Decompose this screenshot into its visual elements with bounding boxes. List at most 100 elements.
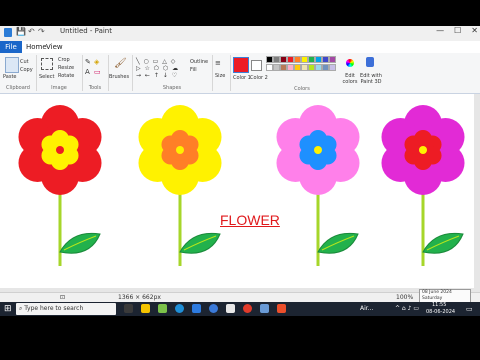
pencil-icon[interactable]: ✎ [85, 58, 91, 66]
palette-color-swatch[interactable] [266, 64, 273, 71]
view-tab[interactable]: View [46, 41, 63, 53]
cut-button[interactable]: Cut [20, 59, 29, 65]
palette-color-swatch[interactable] [315, 64, 322, 71]
chrome-icon[interactable] [243, 304, 252, 313]
select-button[interactable]: Select [39, 74, 54, 80]
flower-center [176, 146, 184, 154]
bottom-letterbox [0, 316, 480, 360]
color2-swatch[interactable] [251, 60, 262, 71]
fill-button[interactable]: Fill [190, 67, 197, 73]
taskbar-date[interactable]: 08-06-2024 [426, 309, 455, 315]
flower-center [314, 146, 322, 154]
crop-button[interactable]: Crop [58, 57, 70, 63]
palette-color-swatch[interactable] [294, 56, 301, 63]
size-lines-icon[interactable]: ≡ [215, 59, 221, 67]
palette-color-swatch[interactable] [322, 56, 329, 63]
copy-button[interactable]: Copy [20, 67, 33, 73]
color1-button[interactable]: Color 1 [233, 75, 251, 81]
taskbar-time[interactable]: 11:55 [432, 302, 446, 308]
paint3d-icon[interactable] [366, 57, 374, 67]
shapes-label: Shapes [162, 85, 182, 91]
powerpoint-icon[interactable] [277, 304, 286, 313]
canvas-size: 1366 × 662px [118, 294, 161, 301]
palette-color-swatch[interactable] [273, 56, 280, 63]
brushes-button[interactable]: Brushes [109, 74, 129, 80]
flowers-drawing [18, 105, 465, 266]
text-icon[interactable]: A [85, 68, 90, 76]
color2-button[interactable]: Color 2 [250, 75, 268, 81]
palette-color-swatch[interactable] [329, 56, 336, 63]
edit-with-paint3d-button[interactable]: Edit with Paint 3D [356, 73, 386, 85]
clipboard-group: Paste Cut Copy Clipboard [0, 55, 37, 91]
app-icon[interactable] [158, 304, 167, 313]
tools-label: Tools [88, 85, 102, 91]
palette-color-swatch[interactable] [266, 56, 273, 63]
drawing-canvas[interactable] [0, 94, 474, 288]
ribbon: Paste Cut Copy Clipboard Select Crop Res… [0, 53, 480, 94]
palette-color-swatch[interactable] [287, 64, 294, 71]
palette-color-swatch[interactable] [301, 56, 308, 63]
palette-color-swatch[interactable] [315, 56, 322, 63]
flower-center [56, 146, 64, 154]
minimize-button[interactable]: — [436, 26, 444, 35]
resize-button[interactable]: Resize [58, 65, 74, 71]
zoom-level: 100% [396, 294, 414, 301]
palette-color-swatch[interactable] [294, 64, 301, 71]
palette-color-swatch[interactable] [273, 64, 280, 71]
paste-button[interactable]: Paste [3, 74, 17, 80]
brushes-group: 🖌 Brushes [108, 55, 133, 91]
shapes-group: ╲ ○ ▭ △ ◇ ▷ ☆ ⬠ ⬡ ☁ → ← ↑ ↓ ♡ Outline Fill… [132, 55, 213, 91]
window-title: Untitled - Paint [60, 27, 112, 35]
tools-group: ✎ ◈ A ▭ Tools [82, 55, 109, 91]
browser-icon[interactable] [209, 304, 218, 313]
close-button[interactable]: ✕ [471, 26, 478, 35]
weather-widget[interactable]: Air... [360, 305, 373, 312]
palette-color-swatch[interactable] [322, 64, 329, 71]
paint-app-icon [4, 28, 12, 37]
notifications-icon[interactable]: ▭ [466, 305, 473, 313]
system-tray-icons[interactable]: ^ ⌂ ♪ ▭ [395, 305, 419, 312]
vertical-scrollbar[interactable] [474, 94, 480, 288]
maximize-button[interactable]: ☐ [454, 26, 461, 35]
palette-color-swatch[interactable] [301, 64, 308, 71]
color-palette [266, 56, 346, 74]
shapes-gallery-icon[interactable]: ╲ ○ ▭ △ ◇ ▷ ☆ ⬠ ⬡ ☁ → ← ↑ ↓ ♡ [136, 58, 179, 79]
title-bar: 💾 ↶ ↷ Untitled - Paint — ☐ ✕ [0, 26, 480, 42]
canvas-icon: ⊡ [60, 294, 66, 301]
size-group: ≡ Size [212, 55, 231, 91]
home-tab[interactable]: Home [26, 41, 47, 53]
taskbar: ⊞ ⌕ Type here to search Air... ^ ⌂ ♪ ▭ 1… [0, 302, 480, 316]
select-icon[interactable] [41, 58, 53, 70]
outline-button[interactable]: Outline [190, 59, 208, 65]
image-group: Select Crop Resize Rotate Image [36, 55, 83, 91]
windows-start-icon[interactable]: ⊞ [4, 304, 12, 314]
undo-icon[interactable]: ↶ [28, 27, 35, 36]
file-explorer-icon[interactable] [141, 304, 150, 313]
taskbar-search[interactable]: ⌕ Type here to search [16, 303, 116, 315]
mail-icon[interactable] [192, 304, 201, 313]
file-tab[interactable]: File [0, 41, 22, 53]
color1-swatch[interactable] [233, 57, 249, 73]
fill-bucket-icon[interactable]: ◈ [94, 58, 99, 66]
flower-center [419, 146, 427, 154]
clipboard-label: Clipboard [6, 85, 30, 91]
save-icon[interactable]: 💾 [16, 27, 26, 36]
redo-icon[interactable]: ↷ [38, 27, 45, 36]
paste-icon[interactable] [5, 57, 19, 73]
brush-icon[interactable]: 🖌 [114, 58, 127, 69]
app2-icon[interactable] [226, 304, 235, 313]
eraser-icon[interactable]: ▭ [94, 68, 101, 76]
palette-color-swatch[interactable] [308, 64, 315, 71]
paint-taskbar-icon[interactable] [260, 304, 269, 313]
edge-icon[interactable] [175, 304, 184, 313]
palette-color-swatch[interactable] [287, 56, 294, 63]
task-view-icon[interactable] [124, 304, 133, 313]
rotate-button[interactable]: Rotate [58, 73, 74, 79]
top-letterbox [0, 0, 480, 26]
size-button[interactable]: Size [215, 73, 225, 79]
palette-color-swatch[interactable] [280, 56, 287, 63]
palette-color-swatch[interactable] [308, 56, 315, 63]
palette-color-swatch[interactable] [329, 64, 336, 71]
edit-colors-icon[interactable] [346, 59, 354, 67]
palette-color-swatch[interactable] [280, 64, 287, 71]
